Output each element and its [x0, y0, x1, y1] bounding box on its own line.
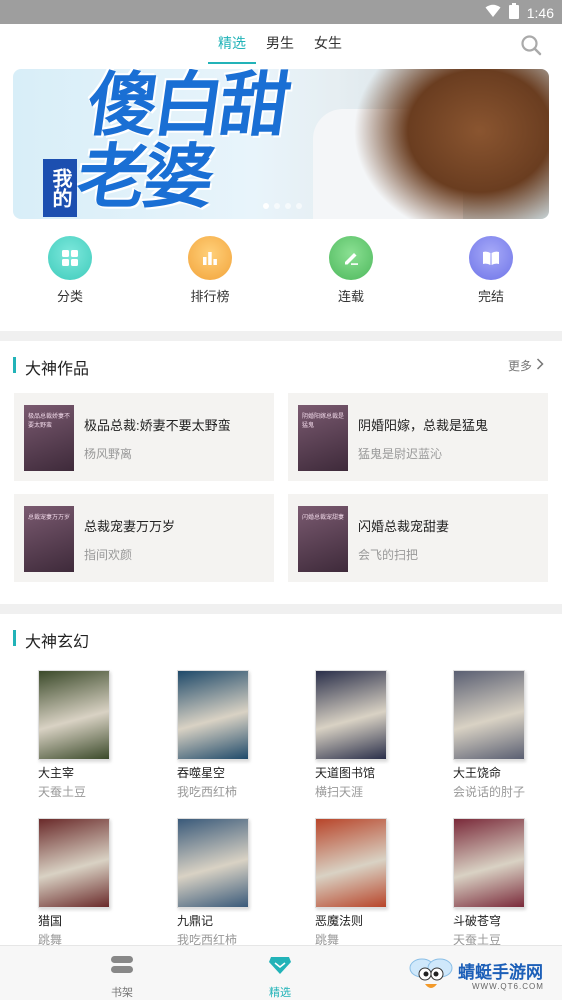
- book-cover: 极品总裁娇妻不要太野蛮: [24, 405, 74, 471]
- book-cover: [177, 670, 249, 760]
- book-author: 猛鬼是尉迟蓝沁: [358, 447, 443, 461]
- bottom-nav-label: 书架: [111, 987, 133, 999]
- section-divider: [0, 604, 562, 614]
- quick-nav: 分类 排行榜 连载 完结: [0, 236, 562, 326]
- book-title: 闪婚总裁宠甜妻: [358, 519, 450, 534]
- quick-nav-label: 连载: [337, 289, 364, 304]
- top-tab-bar: 精选 男生 女生: [0, 24, 562, 64]
- book-cover: [453, 818, 525, 908]
- banner-title: 傻白甜 老婆: [72, 69, 292, 218]
- book-author: 会飞的扫把: [358, 548, 419, 562]
- pagination-dot: [274, 203, 280, 209]
- battery-icon: [508, 3, 519, 22]
- bookshelf-icon: [92, 954, 152, 981]
- grid-icon: [48, 236, 92, 280]
- bar-chart-icon: [188, 236, 232, 280]
- pagination-dot: [263, 203, 269, 209]
- book-author: 我吃西红柿: [177, 785, 238, 799]
- section-divider: [0, 331, 562, 341]
- more-label: 更多: [507, 359, 532, 373]
- book-cover: [453, 670, 525, 760]
- book-card[interactable]: 闪婚总裁宠甜妻 闪婚总裁宠甜妻 会飞的扫把: [288, 494, 548, 582]
- book-cover: [315, 818, 387, 908]
- book-card[interactable]: 总裁宠妻万万岁 总裁宠妻万万岁 指间欢颜: [14, 494, 274, 582]
- book-tile[interactable]: 九鼎记 我吃西红柿: [177, 818, 277, 948]
- more-link[interactable]: 更多: [508, 357, 544, 374]
- banner-pagination: [263, 203, 302, 209]
- bottom-nav-label: 精选: [269, 987, 291, 999]
- book-title: 九鼎记: [177, 914, 214, 928]
- section-title-authors: 大神作品: [13, 355, 89, 379]
- book-tile[interactable]: 吞噬星空 我吃西红柿: [177, 670, 277, 800]
- book-cover: 总裁宠妻万万岁: [24, 506, 74, 572]
- book-title: 大主宰: [38, 766, 75, 780]
- dragonfly-icon: [409, 958, 453, 988]
- book-tile[interactable]: 天道图书馆 横扫天涯: [315, 670, 415, 800]
- watermark-url: WWW.QT6.COM: [472, 982, 544, 991]
- book-tile[interactable]: 大王饶命 会说话的肘子: [453, 670, 553, 800]
- book-cover: [38, 818, 110, 908]
- book-author: 横扫天涯: [315, 785, 364, 799]
- book-title: 天道图书馆: [315, 766, 376, 780]
- book-title: 斗破苍穹: [453, 914, 502, 928]
- cover-text: 极品总裁娇妻不要太野蛮: [28, 414, 71, 429]
- book-title: 猎国: [38, 914, 63, 928]
- book-cover: [38, 670, 110, 760]
- banner-hair: [353, 69, 549, 219]
- watermark-logo: 蜻蜓手游网 WWW.QT6.COM: [408, 952, 558, 996]
- quick-nav-label: 排行榜: [190, 289, 230, 304]
- pagination-dot: [285, 203, 291, 209]
- section-title-fantasy: 大神玄幻: [13, 628, 89, 652]
- cover-text: 阴婚阳嫁总裁是猛鬼: [302, 414, 345, 429]
- tab-female[interactable]: 女生: [304, 24, 352, 64]
- banner-title-line1: 傻白甜: [82, 69, 292, 146]
- book-cover: [177, 818, 249, 908]
- book-title: 吞噬星空: [177, 766, 226, 780]
- book-title: 极品总裁:娇妻不要太野蛮: [84, 418, 231, 433]
- book-title: 总裁宠妻万万岁: [84, 519, 176, 534]
- promo-banner[interactable]: 傻白甜 老婆 我的: [13, 69, 549, 219]
- book-tile[interactable]: 大主宰 天蚕土豆: [38, 670, 138, 800]
- book-tile[interactable]: 猎国 跳舞: [38, 818, 138, 948]
- tab-featured[interactable]: 精选: [208, 24, 256, 64]
- diamond-icon: [250, 954, 310, 981]
- book-cover: 阴婚阳嫁总裁是猛鬼: [298, 405, 348, 471]
- wifi-icon: [485, 4, 501, 21]
- book-tile[interactable]: 恶魔法则 跳舞: [315, 818, 415, 948]
- chevron-right-icon: [536, 358, 544, 373]
- quick-nav-label: 分类: [56, 289, 83, 304]
- book-card[interactable]: 极品总裁娇妻不要太野蛮 极品总裁:娇妻不要太野蛮 杨风野离: [14, 393, 274, 481]
- cover-text: 闪婚总裁宠甜妻: [302, 515, 345, 521]
- cover-text: 总裁宠妻万万岁: [28, 515, 71, 521]
- watermark-text: 蜻蜓手游网: [458, 963, 543, 982]
- book-cover: [315, 670, 387, 760]
- search-icon[interactable]: [520, 34, 542, 56]
- book-title: 大王饶命: [453, 766, 502, 780]
- banner-tag: 我的: [43, 159, 77, 217]
- book-author: 指间欢颜: [84, 548, 133, 562]
- quick-nav-category[interactable]: 分类: [30, 236, 110, 305]
- book-title: 恶魔法则: [315, 914, 364, 928]
- bottom-nav-bookshelf[interactable]: 书架: [92, 954, 152, 1000]
- tab-male[interactable]: 男生: [256, 24, 304, 64]
- book-card[interactable]: 阴婚阳嫁总裁是猛鬼 阴婚阳嫁，总裁是猛鬼 猛鬼是尉迟蓝沁: [288, 393, 548, 481]
- book-author: 天蚕土豆: [38, 785, 87, 799]
- bottom-nav-featured[interactable]: 精选: [250, 954, 310, 1000]
- book-author: 杨风野离: [84, 447, 133, 461]
- pen-icon: [329, 236, 373, 280]
- book-tile[interactable]: 斗破苍穹 天蚕土豆: [453, 818, 553, 948]
- pagination-dot: [296, 203, 302, 209]
- book-open-icon: [469, 236, 513, 280]
- status-time: 1:46: [526, 4, 554, 21]
- book-cover: 闪婚总裁宠甜妻: [298, 506, 348, 572]
- quick-nav-label: 完结: [477, 289, 504, 304]
- quick-nav-finished[interactable]: 完结: [451, 236, 531, 305]
- banner-title-line2: 老婆: [72, 135, 216, 218]
- quick-nav-serial[interactable]: 连载: [311, 236, 391, 305]
- book-author: 会说话的肘子: [453, 785, 526, 799]
- status-bar: 1:46: [0, 0, 562, 24]
- book-title: 阴婚阳嫁，总裁是猛鬼: [358, 418, 489, 433]
- quick-nav-ranking[interactable]: 排行榜: [170, 236, 250, 305]
